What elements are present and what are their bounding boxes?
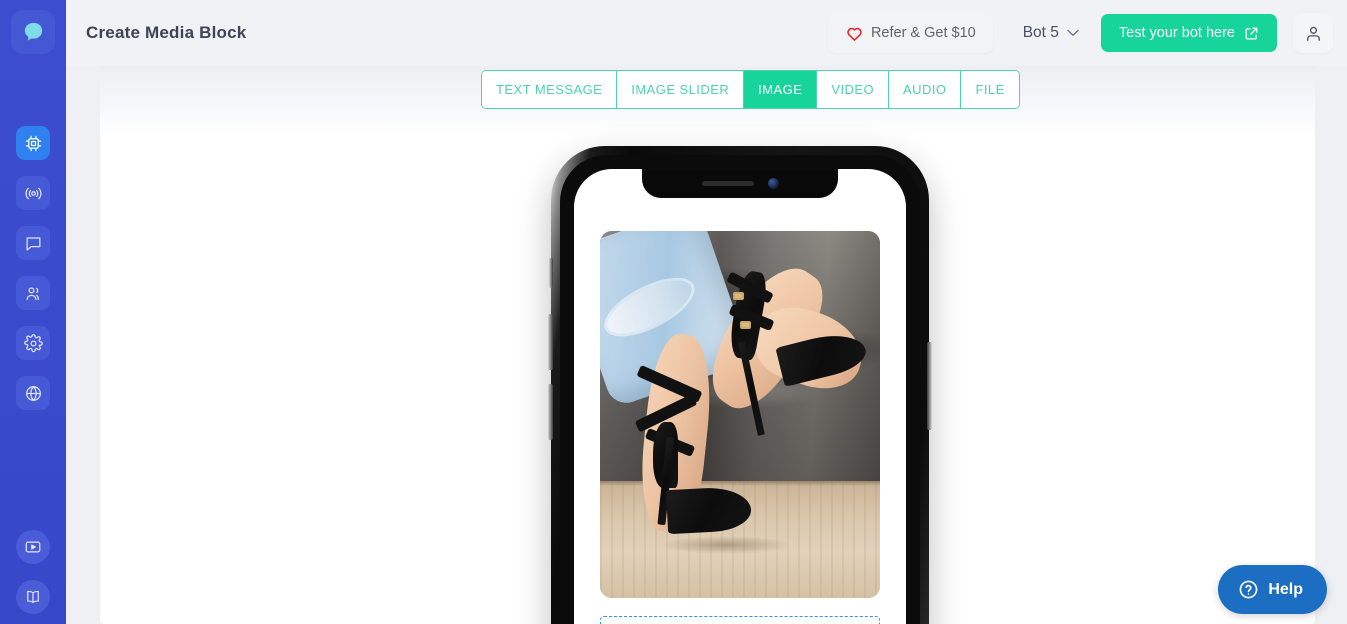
gear-icon bbox=[23, 333, 43, 353]
globe-icon bbox=[24, 384, 43, 403]
editor-panel: TEXT MESSAGE IMAGE SLIDER IMAGE VIDEO AU… bbox=[100, 66, 1315, 624]
message-preview-area: + ADD NEW BUTTON bbox=[574, 169, 906, 624]
phone-bezel: + ADD NEW BUTTON bbox=[560, 155, 920, 624]
chat-icon bbox=[24, 234, 43, 253]
book-icon bbox=[24, 588, 42, 606]
account-button[interactable] bbox=[1293, 13, 1333, 53]
front-camera-icon bbox=[767, 178, 779, 189]
help-button[interactable]: Help bbox=[1218, 565, 1327, 614]
add-button-row: + ADD NEW BUTTON bbox=[600, 616, 880, 624]
page-title: Create Media Block bbox=[86, 23, 247, 42]
bot-selector-value: Bot 5 bbox=[1022, 24, 1059, 41]
phone-screen: + ADD NEW BUTTON bbox=[574, 169, 906, 624]
broadcast-icon bbox=[24, 184, 43, 203]
sidebar-item-settings[interactable] bbox=[16, 326, 50, 360]
header-actions: Refer & Get $10 Bot 5 Test your bot here bbox=[827, 13, 1347, 53]
refer-and-get-button[interactable]: Refer & Get $10 bbox=[827, 13, 993, 53]
test-bot-button[interactable]: Test your bot here bbox=[1100, 14, 1277, 52]
chip-icon bbox=[24, 134, 43, 153]
media-type-tabs: TEXT MESSAGE IMAGE SLIDER IMAGE VIDEO AU… bbox=[481, 70, 1020, 109]
speaker-grille-icon bbox=[701, 181, 754, 186]
top-header: Create Media Block Refer & Get $10 Bot 5 bbox=[66, 0, 1347, 66]
app-logo[interactable] bbox=[11, 10, 55, 54]
sidebar-item-bots[interactable] bbox=[16, 126, 50, 160]
bot-selector[interactable]: Bot 5 bbox=[1023, 24, 1079, 42]
add-new-button[interactable]: + ADD NEW BUTTON bbox=[600, 616, 880, 624]
question-circle-icon bbox=[1238, 579, 1259, 600]
phone-volume-down-button bbox=[548, 384, 553, 440]
photo-ground-shadow bbox=[661, 535, 791, 554]
main-canvas: TEXT MESSAGE IMAGE SLIDER IMAGE VIDEO AU… bbox=[66, 66, 1347, 624]
tab-file[interactable]: FILE bbox=[961, 71, 1019, 108]
sidebar-item-website[interactable] bbox=[16, 376, 50, 410]
sidebar-item-tutorials[interactable] bbox=[16, 530, 50, 564]
tab-audio[interactable]: AUDIO bbox=[889, 71, 962, 108]
phone-power-button bbox=[927, 342, 932, 430]
sidebar-item-live-chat[interactable] bbox=[16, 226, 50, 260]
sidebar-bottom-nav bbox=[16, 530, 50, 614]
tab-text-message[interactable]: TEXT MESSAGE bbox=[482, 71, 618, 108]
tab-video[interactable]: VIDEO bbox=[817, 71, 890, 108]
sidebar-nav bbox=[16, 126, 50, 410]
help-label: Help bbox=[1268, 580, 1303, 598]
phone-preview: + ADD NEW BUTTON bbox=[548, 146, 932, 624]
user-icon bbox=[1304, 24, 1323, 43]
heart-icon bbox=[845, 24, 864, 43]
tab-image-slider[interactable]: IMAGE SLIDER bbox=[617, 71, 745, 108]
tab-image[interactable]: IMAGE bbox=[744, 71, 818, 108]
phone-notch bbox=[642, 169, 838, 198]
chat-bubble-logo-icon bbox=[22, 21, 45, 44]
app-root: Create Media Block Refer & Get $10 Bot 5 bbox=[0, 0, 1347, 624]
preview-photo bbox=[600, 231, 880, 598]
play-video-icon bbox=[24, 538, 42, 556]
photo-buckle-2 bbox=[740, 320, 751, 329]
phone-silent-switch bbox=[549, 258, 553, 288]
users-icon bbox=[24, 284, 43, 303]
chevron-down-icon bbox=[1067, 29, 1079, 37]
refer-label: Refer & Get $10 bbox=[870, 25, 976, 41]
phone-volume-up-button bbox=[548, 314, 553, 370]
test-bot-label: Test your bot here bbox=[1118, 25, 1235, 41]
sidebar bbox=[0, 0, 66, 624]
sidebar-item-subscribers[interactable] bbox=[16, 276, 50, 310]
image-preview-card[interactable] bbox=[600, 231, 880, 598]
sidebar-item-broadcast[interactable] bbox=[16, 176, 50, 210]
external-link-icon bbox=[1244, 26, 1259, 41]
photo-buckle-1 bbox=[733, 291, 744, 300]
sidebar-item-docs[interactable] bbox=[16, 580, 50, 614]
